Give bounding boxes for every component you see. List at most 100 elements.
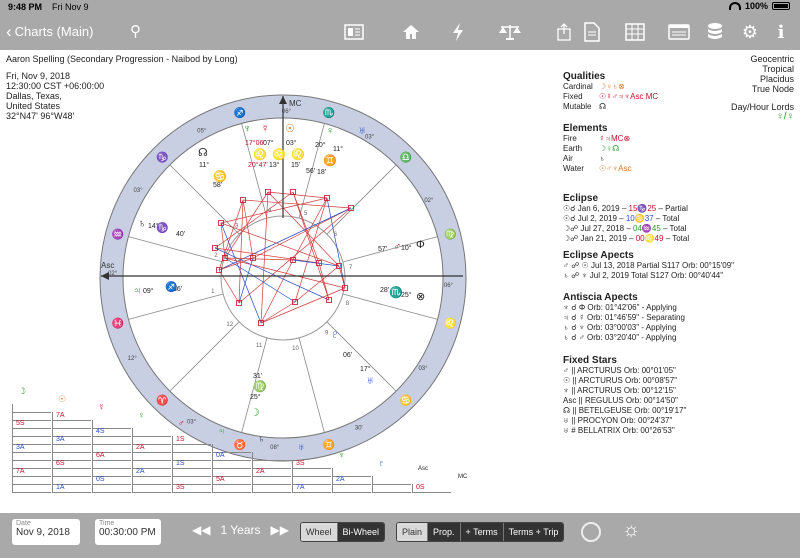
list-card-icon[interactable]	[343, 20, 365, 44]
elements-row: Fire ☿♃MC⊗	[563, 134, 631, 143]
aspect-grid-cell[interactable]: 7A	[292, 484, 331, 493]
date-field[interactable]: Date Nov 9, 2018	[12, 519, 80, 545]
aspect-grid-cell[interactable]	[252, 484, 291, 493]
elements-row: Earth ☽♀☊	[563, 144, 620, 153]
uranus-icon-2: ♅	[366, 375, 374, 387]
fortuna-icon: Φ	[416, 239, 425, 251]
time-label: Time	[99, 520, 115, 527]
planet-degree-label: 11°	[333, 145, 343, 153]
cusp-label: 12°	[128, 356, 138, 362]
aspect-grid-cell[interactable]	[12, 484, 51, 493]
tab-bi-wheel[interactable]: Bi-Wheel	[336, 523, 385, 541]
grid-planet-glyph: ☽	[18, 386, 27, 396]
qualities-row: Cardinal ☽♀♄⊗	[563, 82, 625, 91]
antiscia-row: ♄ ☌ ♂ Orb: 03°20'40" - Applying	[563, 333, 677, 342]
cusp-label: 05°	[197, 129, 207, 135]
database-icon[interactable]	[705, 20, 725, 44]
chart-country: United States	[6, 101, 61, 111]
planet-degree-label: 18'	[317, 169, 326, 176]
rewind-icon[interactable]: ◀◀	[192, 523, 210, 537]
fixed-star-row: ☊ || BETELGEUSE Orb: 00°19'17"	[563, 406, 687, 415]
date-label: Date	[16, 520, 31, 527]
elements-row: Air ♄	[563, 154, 605, 163]
view-segmented-control: Plain Prop. + Terms Terms + Trip	[396, 522, 565, 542]
zodiac-sign-icon: ♊	[323, 438, 335, 451]
jupiter-icon: ♃	[133, 285, 141, 297]
info-icon[interactable]: i	[772, 20, 790, 44]
tab-terms-trip[interactable]: Terms + Trip	[502, 523, 564, 541]
cusp-label: 02°	[424, 198, 434, 204]
time-value: 00:30:00 PM	[99, 527, 156, 538]
zodiac-sign-icon: ♏	[323, 106, 335, 119]
share-icon[interactable]	[556, 20, 572, 44]
target-icon[interactable]	[581, 522, 601, 542]
tab-prop[interactable]: Prop.	[427, 523, 460, 541]
table-icon[interactable]	[624, 20, 646, 44]
aspect-grid-cell[interactable]	[212, 484, 251, 493]
home-icon[interactable]	[400, 20, 422, 44]
leo-glyph-icon-3: ♌	[291, 148, 305, 161]
cusp-label: 30'	[355, 425, 363, 431]
zodiac-sign-icon: ♓	[112, 317, 124, 330]
status-day: Fri Nov 9	[52, 2, 89, 12]
sun-icon[interactable]: ☼	[622, 519, 640, 542]
asc-label: Asc	[101, 261, 114, 270]
years-label[interactable]: 1 Years	[220, 523, 260, 537]
card-icon[interactable]	[668, 20, 690, 44]
nav-bar: ‹ Charts (Main) ⚲ ⚙ i	[0, 14, 800, 50]
chart-coords: 32°N47' 96°W48'	[6, 111, 75, 121]
moon-icon: ☽	[250, 407, 260, 419]
zodiac-sign-icon: ♎	[400, 150, 412, 163]
planet-degree-label: 09°	[143, 287, 154, 295]
aspect-grid-cell[interactable]: 0S	[412, 484, 451, 493]
elements-title: Elements	[563, 123, 608, 134]
chevron-left-icon: ‹	[6, 22, 12, 41]
fixed-star-row: Asc || REGULUS Orb: 00°14'50"	[563, 396, 678, 405]
scales-icon[interactable]	[497, 20, 523, 44]
gear-icon[interactable]: ⚙	[739, 20, 761, 44]
planet-degree-label: 17°	[360, 365, 371, 373]
north-node-icon: ☊	[198, 147, 208, 159]
aspect-grid-cell[interactable]: 1A	[52, 484, 91, 493]
grid-planet-glyph: ♀	[138, 410, 145, 420]
grid-planet-glyph: ♃	[218, 426, 225, 436]
aspect-grid-cell[interactable]	[132, 484, 171, 493]
elements-section: Elements Fire ☿♃MC⊗ Earth ☽♀☊ Air ♄ Water ☉♂…	[563, 124, 632, 174]
search-icon[interactable]: ⚲	[130, 22, 141, 40]
fixed-star-row: ☉ || ARCTURUS Orb: 00°08'57"	[563, 376, 678, 385]
house-number: 11	[256, 343, 263, 349]
aspect-grid-cell[interactable]	[372, 484, 411, 493]
time-field[interactable]: Time 00:30:00 PM	[95, 519, 161, 545]
cancer-glyph-icon: ♋	[213, 170, 227, 183]
back-button[interactable]: ‹ Charts (Main)	[6, 22, 94, 41]
planet-degree-label: 28'	[380, 287, 389, 294]
eclipse-row: ☉☌ Jul 2, 2019 – 10♋37 – Total	[563, 214, 680, 223]
planet-degree-label: 06'	[343, 352, 352, 359]
fast-forward-icon[interactable]: ▶▶	[271, 523, 289, 537]
cusp-label: 03°	[134, 188, 144, 194]
aspect-grid-cell[interactable]	[332, 484, 371, 493]
lightning-icon[interactable]	[448, 20, 468, 44]
tab-terms[interactable]: + Terms	[459, 523, 503, 541]
qualities-title: Qualities	[563, 71, 606, 82]
battery-percent: 100%	[744, 1, 768, 11]
step-control: ◀◀ 1 Years ▶▶	[192, 523, 289, 537]
aspect-grid-cell[interactable]	[92, 484, 131, 493]
eclipse-aspect-row: ♄ ☍ ♆ Jul 2, 2019 Total S127 Orb: 00°40'…	[563, 271, 724, 280]
gemini-glyph-icon: ♊	[323, 154, 337, 167]
tab-plain[interactable]: Plain	[397, 523, 428, 541]
eclipse-row: ☽☍ Jul 27, 2018 – 04♒45 – Total	[563, 224, 687, 233]
back-label: Charts (Main)	[14, 24, 94, 39]
zodiac-sign-icon: ♌	[444, 317, 456, 330]
document-icon[interactable]	[582, 20, 602, 44]
zodiac-sign-icon: ♈	[156, 394, 168, 407]
mercury-icon: ☿	[261, 123, 269, 135]
chart-time: 12:30:00 CST +06:00:00	[6, 81, 105, 91]
elements-row: Water ☉♂♆Asc	[563, 164, 632, 173]
chart-wheel[interactable]: ♌♋♊♉♈♓♒♑♐ ♏♎♍ 06°03°30'08°03°12°02°03°05°…	[93, 88, 473, 468]
planet-degree-label: 31'	[253, 373, 262, 380]
planet-degree-label: 07°	[263, 139, 274, 147]
tab-wheel[interactable]: Wheel	[301, 523, 337, 541]
antiscia-title: Antiscia Apects	[563, 292, 638, 303]
aspect-grid-cell[interactable]: 3S	[172, 484, 211, 493]
